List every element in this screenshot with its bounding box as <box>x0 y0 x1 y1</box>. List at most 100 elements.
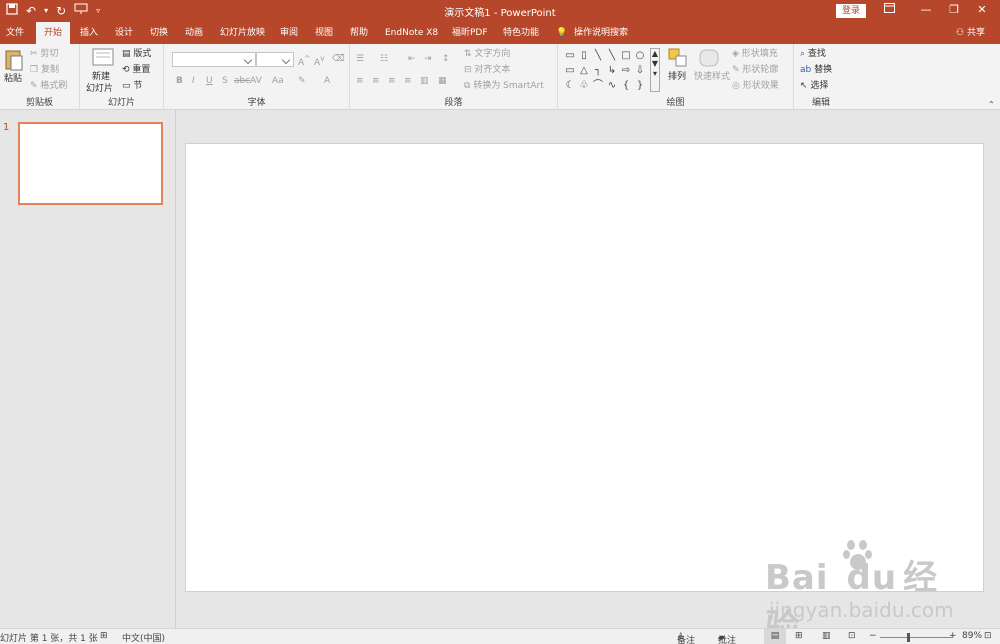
tab-endnote[interactable]: EndNote X8 <box>385 22 438 44</box>
tab-design[interactable]: 设计 <box>115 22 133 44</box>
language-indicator[interactable]: 中文(中国) <box>122 631 165 644</box>
new-slide-icon[interactable] <box>92 48 114 68</box>
decrease-indent-icon[interactable]: ⇤ <box>408 52 416 66</box>
share-button[interactable]: ⚇ 共享 <box>956 22 985 44</box>
slide-thumbnail[interactable] <box>18 122 163 205</box>
shapes-gallery-scroll[interactable]: ▲ ▼ ▾ <box>650 48 660 92</box>
line-shape-icon[interactable]: ╲ <box>605 48 619 63</box>
moon-shape-icon[interactable]: ☾ <box>563 78 577 93</box>
reading-view-icon[interactable]: ▥ <box>822 631 831 641</box>
ribbon-display-icon[interactable] <box>879 3 899 16</box>
highlight-icon[interactable]: ✎ <box>298 74 306 88</box>
normal-view-icon[interactable]: ▤ <box>764 629 786 644</box>
save-icon[interactable] <box>6 3 18 19</box>
tab-insert[interactable]: 插入 <box>80 22 98 44</box>
bold-button[interactable]: B <box>176 74 183 88</box>
quick-styles-button[interactable]: 快速样式 <box>694 70 730 84</box>
reset-button[interactable]: ⟲ 重置 <box>122 63 150 77</box>
heart-shape-icon[interactable]: ♧ <box>577 78 591 93</box>
tab-special-features[interactable]: 特色功能 <box>503 22 539 44</box>
zoom-in-icon[interactable]: + <box>949 631 957 641</box>
elbow-arrow-icon[interactable]: ↳ <box>605 63 619 78</box>
shape-fill-button[interactable]: ◈ 形状填充 <box>732 47 778 61</box>
italic-button[interactable]: I <box>192 74 195 88</box>
customize-qat-icon[interactable]: ▿ <box>96 3 100 19</box>
triangle-shape-icon[interactable]: △ <box>577 63 591 78</box>
paste-icon[interactable] <box>4 48 24 72</box>
collapse-ribbon-icon[interactable]: ⌃ <box>988 98 995 112</box>
slideshow-view-icon[interactable]: ⊡ <box>848 631 856 641</box>
select-button[interactable]: ↖ 选择 <box>800 79 828 93</box>
decrease-font-icon[interactable]: Av <box>314 52 325 70</box>
font-size-combo[interactable] <box>256 52 294 67</box>
columns-icon[interactable]: ▦ <box>438 74 447 88</box>
clear-format-icon[interactable]: ⌫ <box>332 52 345 66</box>
section-button[interactable]: ▭ 节 <box>122 79 142 93</box>
format-painter-button[interactable]: ✎ 格式刷 <box>30 79 67 93</box>
bullets-icon[interactable]: ☰ <box>356 52 364 66</box>
redo-icon[interactable]: ↻ <box>56 3 66 19</box>
paste-button[interactable]: 粘贴 <box>4 72 22 86</box>
new-slide-dropdown[interactable]: 幻灯片 <box>86 82 113 96</box>
smartart-button[interactable]: ⧉ 转换为 SmartArt <box>464 79 544 93</box>
shapes-gallery[interactable]: ▭ ▯ ╲ ╲ □ ○ ▭ △ ┐ ↳ ⇨ ⇩ ☾ ♧ ⌒ ∿{} <box>563 48 651 94</box>
right-arrow-shape-icon[interactable]: ⇨ <box>619 63 633 78</box>
left-brace-icon[interactable]: { <box>619 78 633 93</box>
chevron-down-icon[interactable]: ▾ <box>44 3 48 19</box>
find-button[interactable]: ⌕ 查找 <box>800 47 826 61</box>
minimize-icon[interactable]: — <box>916 3 936 16</box>
font-color-button[interactable]: A <box>324 74 330 88</box>
tell-me-search[interactable]: 操作说明搜索 <box>574 22 628 44</box>
zoom-slider-thumb[interactable] <box>907 633 910 642</box>
align-left-icon[interactable]: ≡ <box>356 74 364 88</box>
oval-shape-icon[interactable]: ○ <box>633 48 647 63</box>
tab-slideshow[interactable]: 幻灯片放映 <box>220 22 265 44</box>
tab-review[interactable]: 审阅 <box>280 22 298 44</box>
tab-help[interactable]: 帮助 <box>350 22 368 44</box>
align-center-icon[interactable]: ≡ <box>372 74 380 88</box>
character-spacing-button[interactable]: AV <box>250 74 262 88</box>
wave-shape-icon[interactable]: ∿ <box>605 78 619 93</box>
close-icon[interactable]: ✕ <box>972 3 992 16</box>
vertical-textbox-icon[interactable]: ▯ <box>577 48 591 63</box>
increase-indent-icon[interactable]: ⇥ <box>424 52 432 66</box>
line-shape-icon[interactable]: ╲ <box>591 48 605 63</box>
increase-font-icon[interactable]: A^ <box>298 52 310 70</box>
numbering-icon[interactable]: ☷ <box>380 52 388 66</box>
cut-button[interactable]: ✂ 剪切 <box>30 47 58 61</box>
line-spacing-icon[interactable]: ↕ <box>442 52 450 66</box>
rectangle-shape-icon[interactable]: □ <box>619 48 633 63</box>
textbox-shape-icon[interactable]: ▭ <box>563 48 577 63</box>
restore-icon[interactable]: ❐ <box>944 3 964 16</box>
zoom-slider-track[interactable] <box>880 637 952 638</box>
underline-button[interactable]: U <box>206 74 213 88</box>
down-arrow-shape-icon[interactable]: ⇩ <box>633 63 647 78</box>
arrange-button[interactable]: 排列 <box>668 70 686 84</box>
shape-effects-button[interactable]: ◎ 形状效果 <box>732 79 779 93</box>
tab-transitions[interactable]: 切换 <box>150 22 168 44</box>
elbow-connector-icon[interactable]: ┐ <box>591 63 605 78</box>
slide-canvas[interactable] <box>185 143 984 592</box>
strikethrough-button[interactable]: abc <box>234 74 250 88</box>
font-name-combo[interactable] <box>172 52 256 67</box>
tab-view[interactable]: 视图 <box>315 22 333 44</box>
change-case-button[interactable]: Aa <box>272 74 284 88</box>
tab-file[interactable]: 文件 <box>6 22 24 44</box>
rectangle-shape-icon[interactable]: ▭ <box>563 63 577 78</box>
tab-home[interactable]: 开始 <box>36 22 71 44</box>
distribute-icon[interactable]: ▥ <box>420 74 429 88</box>
replace-button[interactable]: ab 替换 <box>800 63 832 77</box>
layout-button[interactable]: ▤ 版式 <box>122 47 151 61</box>
undo-icon[interactable]: ↶ <box>26 3 36 19</box>
text-direction-button[interactable]: ⇅ 文字方向 <box>464 47 510 61</box>
align-right-icon[interactable]: ≡ <box>388 74 396 88</box>
right-brace-icon[interactable]: } <box>633 78 647 93</box>
slide-sorter-icon[interactable]: ⊞ <box>795 631 803 641</box>
zoom-out-icon[interactable]: − <box>869 631 877 641</box>
justify-icon[interactable]: ≡ <box>404 74 412 88</box>
shadow-button[interactable]: S <box>222 74 228 88</box>
tab-animations[interactable]: 动画 <box>185 22 203 44</box>
arc-shape-icon[interactable]: ⌒ <box>591 78 605 93</box>
shape-outline-button[interactable]: ✎ 形状轮廓 <box>732 63 778 77</box>
fit-slide-icon[interactable]: ⊡ <box>984 631 992 641</box>
